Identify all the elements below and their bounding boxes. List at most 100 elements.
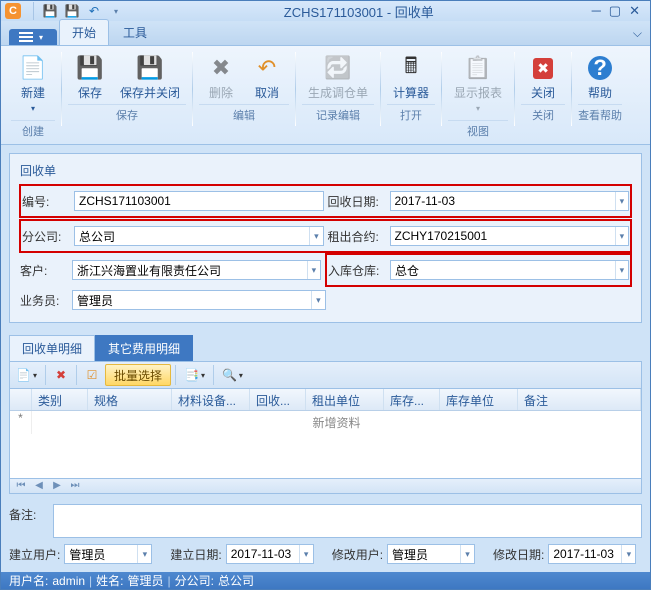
group-label-view: 视图 [448, 120, 508, 142]
status-branch-label: 分公司: [175, 572, 214, 589]
qat-save-icon[interactable]: 💾 [40, 1, 60, 21]
grid-col-spec[interactable]: 规格 [88, 389, 172, 410]
pager-prev-icon[interactable]: ◀ [32, 479, 46, 493]
show-report-button[interactable]: 📋 显示报表▾ [448, 50, 508, 118]
pager-first-icon[interactable]: ⏮ [14, 479, 28, 493]
modify-user-field[interactable]: ▾ [387, 544, 475, 564]
chevron-down-icon[interactable]: ▾ [307, 261, 320, 279]
chevron-down-icon[interactable]: ▾ [615, 192, 628, 210]
chevron-down-icon[interactable]: ▾ [615, 227, 628, 245]
customer-input[interactable] [73, 261, 307, 279]
report-icon: 📋 [462, 52, 494, 84]
label-warehouse: 入库仓库: [328, 262, 390, 279]
pager-last-icon[interactable]: ⏭ [68, 479, 82, 493]
gen-transfer-button[interactable]: 🔁 生成调仓单 [302, 50, 374, 102]
grid-checklist-button[interactable]: ☑ [81, 364, 103, 386]
calculator-button[interactable]: 🖩 计算器 [387, 50, 435, 102]
grid-col-remark[interactable]: 备注 [518, 389, 641, 410]
save-close-button[interactable]: 💾 保存并关闭 [114, 50, 186, 102]
contract-input[interactable] [391, 227, 615, 245]
date-input[interactable] [391, 192, 615, 210]
ribbon-expand-icon[interactable]: ⌵ [625, 22, 650, 45]
detail-tabs: 回收单明细 其它费用明细 [9, 335, 642, 361]
tab-start[interactable]: 开始 [59, 19, 109, 45]
footer-fields: 建立用户: ▾ 建立日期: ▾ 修改用户: ▾ 修改日期: ▾ [9, 544, 642, 564]
create-date-input[interactable] [227, 545, 299, 563]
chevron-down-icon[interactable]: ▾ [460, 545, 474, 563]
gen-transfer-label: 生成调仓单 [308, 84, 368, 100]
label-remark: 备注: [9, 504, 53, 523]
create-date-field[interactable]: ▾ [226, 544, 314, 564]
create-user-field[interactable]: ▾ [64, 544, 152, 564]
show-report-label: 显示报表 [454, 86, 502, 100]
chevron-down-icon[interactable]: ▾ [615, 261, 628, 279]
new-button[interactable]: 📄 新建▾ [11, 50, 55, 118]
chevron-down-icon[interactable]: ▾ [309, 227, 322, 245]
grid-col-marker[interactable] [10, 389, 32, 410]
warehouse-field[interactable]: ▾ [390, 260, 629, 280]
tab-detail[interactable]: 回收单明细 [9, 335, 95, 361]
file-tab[interactable]: ▾ [9, 29, 57, 45]
ribbon-group-edit: ✖ 删除 ↶ 取消 编辑 [195, 48, 293, 144]
grid-col-recover[interactable]: 回收... [250, 389, 306, 410]
branch-input[interactable] [75, 227, 309, 245]
number-field[interactable] [74, 191, 324, 211]
tab-other-fee[interactable]: 其它费用明细 [95, 335, 193, 361]
branch-field[interactable]: ▾ [74, 226, 324, 246]
chevron-down-icon[interactable]: ▾ [137, 545, 151, 563]
ribbon-separator [571, 52, 572, 126]
qat-save-close-icon[interactable]: 💾 [62, 1, 82, 21]
minimize-button[interactable]: ─ [592, 3, 601, 19]
grid-col-material[interactable]: 材料设备... [172, 389, 250, 410]
modify-date-field[interactable]: ▾ [548, 544, 636, 564]
highlight-row-1: 编号: 回收日期: ▾ [19, 184, 632, 218]
operator-field[interactable]: ▾ [72, 290, 326, 310]
pager-next-icon[interactable]: ▶ [50, 479, 64, 493]
number-input[interactable] [75, 192, 323, 210]
remark-input[interactable] [53, 504, 642, 538]
batch-select-button[interactable]: 批量选择 [105, 364, 171, 386]
contract-field[interactable]: ▾ [390, 226, 630, 246]
chevron-down-icon[interactable]: ▾ [311, 291, 324, 309]
ribbon-group-open: 🖩 计算器 打开 [383, 48, 439, 144]
label-modify-date: 修改日期: [493, 546, 544, 563]
date-field[interactable]: ▾ [390, 191, 630, 211]
undo-icon: ↶ [251, 52, 283, 84]
grid-new-button[interactable]: 📄▾ [12, 364, 41, 386]
toolbar-separator [76, 365, 77, 385]
chevron-down-icon[interactable]: ▾ [621, 545, 635, 563]
new-icon: 📄 [17, 52, 49, 84]
grid-col-rent-unit[interactable]: 租出单位 [306, 389, 384, 410]
modify-date-input[interactable] [549, 545, 621, 563]
warehouse-input[interactable] [391, 261, 615, 279]
grid-col-stock-unit[interactable]: 库存单位 [440, 389, 518, 410]
qat-dropdown-icon[interactable]: ▾ [106, 1, 126, 21]
maximize-button[interactable]: ▢ [609, 3, 621, 19]
delete-button[interactable]: ✖ 删除 [199, 50, 243, 102]
qat-undo-icon[interactable]: ↶ [84, 1, 104, 21]
customer-field[interactable]: ▾ [72, 260, 321, 280]
new-label: 新建 [21, 86, 45, 100]
grid-delete-button[interactable]: ✖ [50, 364, 72, 386]
grid-search-button[interactable]: 🔍▾ [218, 364, 247, 386]
grid-body[interactable]: * 新增资料 [10, 411, 641, 478]
close-icon: ✖ [527, 52, 559, 84]
modify-user-input[interactable] [388, 545, 460, 563]
grid-col-stock[interactable]: 库存... [384, 389, 440, 410]
create-user-input[interactable] [65, 545, 137, 563]
tab-tools[interactable]: 工具 [111, 20, 159, 45]
section-title: 回收单 [20, 162, 631, 179]
operator-input[interactable] [73, 291, 311, 309]
app-window: C 💾 💾 ↶ ▾ ZCHS171103001 - 回收单 ─ ▢ ✕ ▾ 开始… [0, 0, 651, 590]
grid-copy-button[interactable]: 📑▾ [180, 364, 209, 386]
ribbon-group-view: 📋 显示报表▾ 视图 [444, 48, 512, 144]
close-button[interactable]: ✖ 关闭 [521, 50, 565, 102]
grid-col-category[interactable]: 类别 [32, 389, 88, 410]
save-button[interactable]: 💾 保存 [68, 50, 112, 102]
help-button[interactable]: ? 帮助 [578, 50, 622, 102]
cancel-button[interactable]: ↶ 取消 [245, 50, 289, 102]
close-window-button[interactable]: ✕ [629, 3, 640, 19]
grid-new-row[interactable]: * 新增资料 [10, 411, 641, 434]
chevron-down-icon[interactable]: ▾ [299, 545, 313, 563]
label-create-date: 建立日期: [170, 546, 221, 563]
